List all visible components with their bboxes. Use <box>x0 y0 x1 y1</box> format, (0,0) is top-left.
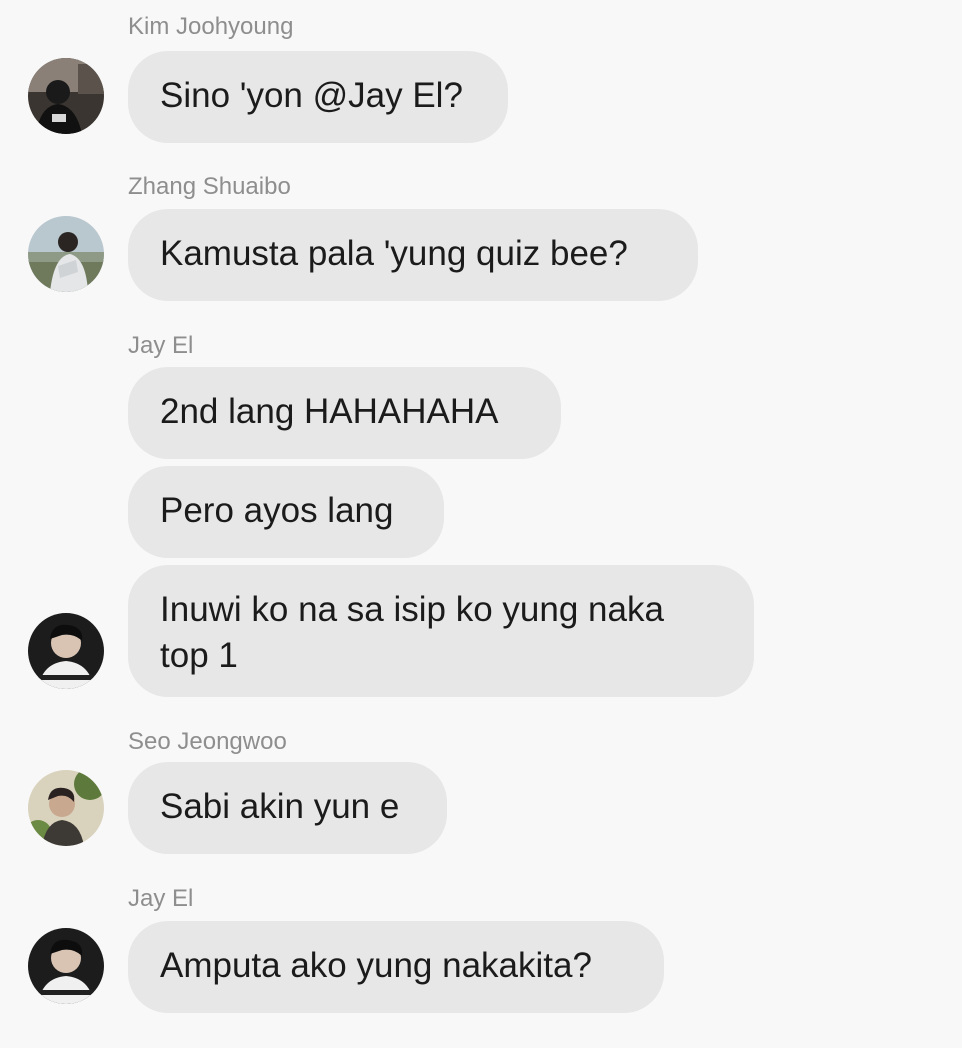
message-bubble[interactable]: Pero ayos lang <box>128 466 444 558</box>
sender-name: Zhang Shuaibo <box>128 173 291 200</box>
message-bubble[interactable]: 2nd lang HAHAHAHA <box>128 367 561 459</box>
message-bubble[interactable]: Sino 'yon @Jay El? <box>128 51 508 143</box>
avatar-photo-icon <box>28 58 104 134</box>
avatar-photo-icon <box>28 613 104 689</box>
avatar-photo-icon <box>28 928 104 1004</box>
avatar-jay-el[interactable] <box>28 928 104 1004</box>
avatar-photo-icon <box>28 770 104 846</box>
sender-name: Seo Jeongwoo <box>128 728 287 755</box>
sender-name: Kim Joohyoung <box>128 13 294 40</box>
message-bubble[interactable]: Inuwi ko na sa isip ko yung naka top 1 <box>128 565 754 697</box>
message-bubble[interactable]: Amputa ako yung nakakita? <box>128 921 664 1013</box>
message-text: Pero ayos lang <box>160 491 394 530</box>
chat-thread: Kim Joohyoung Sino 'yon @Jay El? Zhang S… <box>0 0 962 1048</box>
message-bubble[interactable]: Sabi akin yun e <box>128 762 447 854</box>
avatar-kim-joohyoung[interactable] <box>28 58 104 134</box>
sender-name: Jay El <box>128 885 194 912</box>
message-text: Sabi akin yun e <box>160 787 400 826</box>
message-text: Amputa ako yung nakakita? <box>160 946 592 985</box>
message-bubble[interactable]: Kamusta pala 'yung quiz bee? <box>128 209 698 301</box>
message-text: Sino 'yon @Jay El? <box>160 76 463 115</box>
avatar-jay-el[interactable] <box>28 613 104 689</box>
message-text: Kamusta pala 'yung quiz bee? <box>160 234 628 273</box>
sender-name: Jay El <box>128 332 194 359</box>
message-text: Inuwi ko na sa isip ko yung naka top 1 <box>160 590 664 675</box>
avatar-seo-jeongwoo[interactable] <box>28 770 104 846</box>
avatar-zhang-shuaibo[interactable] <box>28 216 104 292</box>
message-text: 2nd lang HAHAHAHA <box>160 392 499 431</box>
avatar-photo-icon <box>28 216 104 292</box>
